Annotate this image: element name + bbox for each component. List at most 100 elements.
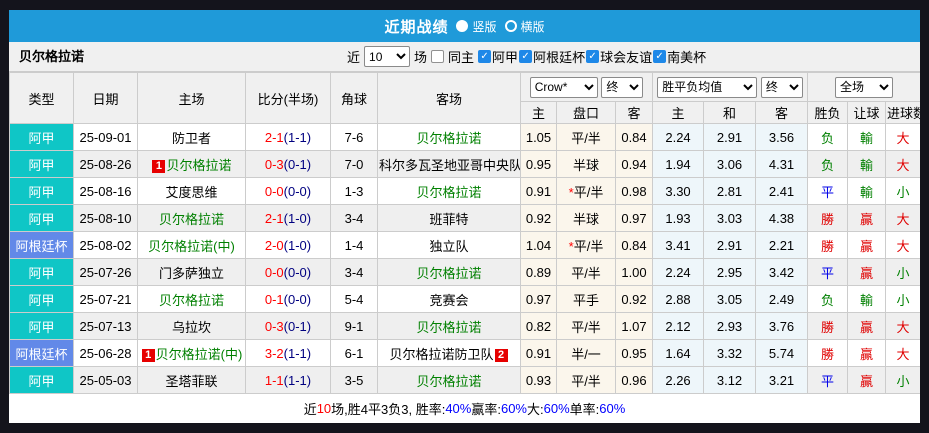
odds-away-cell: 0.94 bbox=[614, 150, 654, 178]
away-team-cell: 科尔多瓦圣地亚哥中央队 bbox=[377, 150, 521, 178]
team-name: 独立队 bbox=[429, 238, 469, 254]
avg-away-cell: 3.21 bbox=[755, 366, 809, 394]
avg-draw-cell: 2.91 bbox=[703, 231, 757, 259]
results-table: 类型 日期 主场 比分(半场) 角球 客场 Crow* 终 胜平负均值 终 全场… bbox=[9, 72, 920, 394]
subcol-avg-home: 主 bbox=[652, 101, 705, 124]
competition-label: 球会友谊 bbox=[600, 50, 653, 65]
summary-segment: 大: bbox=[527, 401, 544, 417]
odds-home-cell: 0.93 bbox=[520, 366, 557, 394]
away-team-cell: 贝尔格拉诺 bbox=[377, 312, 521, 340]
odds-company-time-select[interactable]: 终 bbox=[601, 76, 644, 98]
title-bar: 近期战绩 竖版 横版 bbox=[9, 10, 920, 42]
match-count-select[interactable]: 10 bbox=[364, 46, 411, 67]
avg-home-cell: 2.26 bbox=[652, 366, 705, 394]
radio-horizontal-icon[interactable] bbox=[504, 20, 517, 32]
avg-draw-cell: 3.12 bbox=[703, 366, 757, 394]
match-row: 阿甲 25-05-03 圣塔菲联 1-1(1-1) 3-5 贝尔格拉诺 0.93 平/半 0.9… bbox=[9, 366, 920, 394]
odds-away-cell: 0.92 bbox=[614, 285, 654, 313]
odds-home-cell: 1.05 bbox=[520, 123, 557, 151]
match-row: 阿甲 25-08-26 1 贝尔格拉诺 0-3(0-1) 7-0 科尔多瓦圣地亚哥中央队 0.… bbox=[9, 150, 920, 178]
handicap-result-cell: 贏 bbox=[847, 366, 887, 394]
league-cell: 阿甲 bbox=[9, 285, 74, 313]
radio-vertical-icon[interactable] bbox=[456, 20, 469, 32]
match-row: 阿甲 25-09-01 防卫者 2-1(1-1) 7-6 贝尔格拉诺 1.05 平/半 0.84… bbox=[9, 123, 920, 151]
odds-company-select[interactable]: Crow* bbox=[529, 76, 598, 98]
goals-result-cell: 小 bbox=[885, 366, 920, 394]
score-cell: 0-1(0-0) bbox=[245, 285, 331, 313]
handicap-result-cell: 輸 bbox=[847, 177, 887, 205]
summary-segment: 赢率: bbox=[471, 401, 501, 417]
corners-cell: 7-6 bbox=[330, 123, 378, 151]
odds-home-cell: 0.82 bbox=[520, 312, 557, 340]
match-row: 阿甲 25-07-21 贝尔格拉诺 0-1(0-0) 5-4 竞赛会 0.97 平手 0.92 2… bbox=[9, 285, 920, 313]
same-home-checkbox[interactable] bbox=[431, 50, 445, 63]
avg-away-cell: 3.76 bbox=[755, 312, 809, 340]
odds-home-cell: 0.97 bbox=[520, 285, 557, 313]
score-cell: 1-1(1-1) bbox=[245, 366, 331, 394]
score-cell: 0-3(0-1) bbox=[245, 312, 331, 340]
view-option-horizontal-label: 横版 bbox=[520, 19, 545, 34]
odds-line-cell: 平手 bbox=[556, 285, 616, 313]
view-option-vertical[interactable]: 竖版 bbox=[456, 18, 497, 35]
avg-odds-select[interactable]: 胜平负均值 bbox=[657, 76, 758, 98]
odds-away-cell: 0.96 bbox=[614, 366, 654, 394]
competition-checkbox[interactable]: ✓ bbox=[478, 50, 492, 63]
corners-cell: 1-4 bbox=[330, 231, 378, 259]
competition-checkbox[interactable]: ✓ bbox=[653, 50, 667, 63]
fulltime-score: 1-1 bbox=[264, 372, 284, 388]
odds-away-cell: 0.84 bbox=[614, 231, 654, 259]
home-team-cell: 贝尔格拉诺(中) bbox=[137, 231, 246, 259]
scope-select[interactable]: 全场 bbox=[835, 76, 894, 98]
odds-away-cell: 0.84 bbox=[614, 123, 654, 151]
handicap-result-cell: 贏 bbox=[847, 258, 887, 286]
fulltime-score: 0-3 bbox=[264, 156, 284, 172]
competition-filters: ✓ 阿甲 ✓ 阿根廷杯 ✓ 球会友谊 ✓ 南美杯 bbox=[478, 47, 706, 66]
team-name: 贝尔格拉诺 bbox=[416, 373, 482, 389]
avg-odds-header: 胜平负均值 终 bbox=[652, 72, 809, 102]
handicap-line: 半球 bbox=[572, 211, 599, 227]
view-option-horizontal[interactable]: 横版 bbox=[504, 18, 545, 35]
card-badge: 1 bbox=[152, 159, 166, 173]
team-name: 贝尔格拉诺 bbox=[158, 211, 224, 227]
same-home-label: 同主 bbox=[448, 50, 475, 65]
handicap-line: 平/半 bbox=[571, 265, 601, 281]
odds-line-cell: 半/一 bbox=[556, 339, 616, 367]
filter-bar: 贝尔格拉诺 近 10 场 同主 ✓ 阿甲 ✓ 阿根廷杯 ✓ 球会友谊 ✓ 南美杯 bbox=[9, 42, 920, 72]
result-cell: 平 bbox=[807, 258, 849, 286]
competition-checkbox[interactable]: ✓ bbox=[519, 50, 533, 63]
goals-result-cell: 小 bbox=[885, 177, 920, 205]
odds-home-cell: 1.04 bbox=[520, 231, 557, 259]
away-team-cell: 贝尔格拉诺防卫队 2 bbox=[377, 339, 521, 367]
league-cell: 阿根廷杯 bbox=[9, 231, 74, 259]
match-row: 阿甲 25-07-26 门多萨独立 0-0(0-0) 3-4 贝尔格拉诺 0.89 平/半 1.… bbox=[9, 258, 920, 286]
team-name: 乌拉坎 bbox=[171, 319, 211, 335]
card-badge: 1 bbox=[141, 348, 155, 362]
result-cell: 平 bbox=[807, 366, 849, 394]
avg-home-cell: 2.88 bbox=[652, 285, 705, 313]
summary-segment: 单率: bbox=[569, 401, 600, 417]
team-name: 贝尔格拉诺 bbox=[416, 265, 482, 281]
corners-cell: 3-5 bbox=[330, 366, 378, 394]
fulltime-score: 0-0 bbox=[264, 264, 284, 280]
team-name: 贝尔格拉诺(中) bbox=[155, 346, 243, 362]
date-cell: 25-07-26 bbox=[73, 258, 138, 286]
summary-segment: 60% bbox=[500, 400, 527, 416]
competition-checkbox[interactable]: ✓ bbox=[586, 50, 600, 63]
summary-segment: 60% bbox=[543, 400, 570, 416]
handicap-result-cell: 輸 bbox=[847, 285, 887, 313]
odds-line-cell: 平/半 bbox=[556, 123, 616, 151]
odds-company-header: Crow* 终 bbox=[519, 72, 654, 102]
odds-line-cell: 平/半 bbox=[556, 312, 616, 340]
corners-cell: 1-3 bbox=[330, 177, 378, 205]
avg-odds-time-select[interactable]: 终 bbox=[760, 76, 803, 98]
halftime-score: (0-1) bbox=[283, 156, 312, 172]
avg-home-cell: 3.41 bbox=[652, 231, 705, 259]
odds-away-cell: 1.00 bbox=[614, 258, 654, 286]
home-team-cell: 乌拉坎 bbox=[137, 312, 246, 340]
avg-away-cell: 2.49 bbox=[755, 285, 809, 313]
avg-away-cell: 3.42 bbox=[755, 258, 809, 286]
handicap-line: 平手 bbox=[572, 292, 599, 308]
avg-home-cell: 2.24 bbox=[652, 123, 705, 151]
away-team-cell: 班菲特 bbox=[377, 204, 521, 232]
halftime-score: (1-1) bbox=[283, 345, 312, 361]
